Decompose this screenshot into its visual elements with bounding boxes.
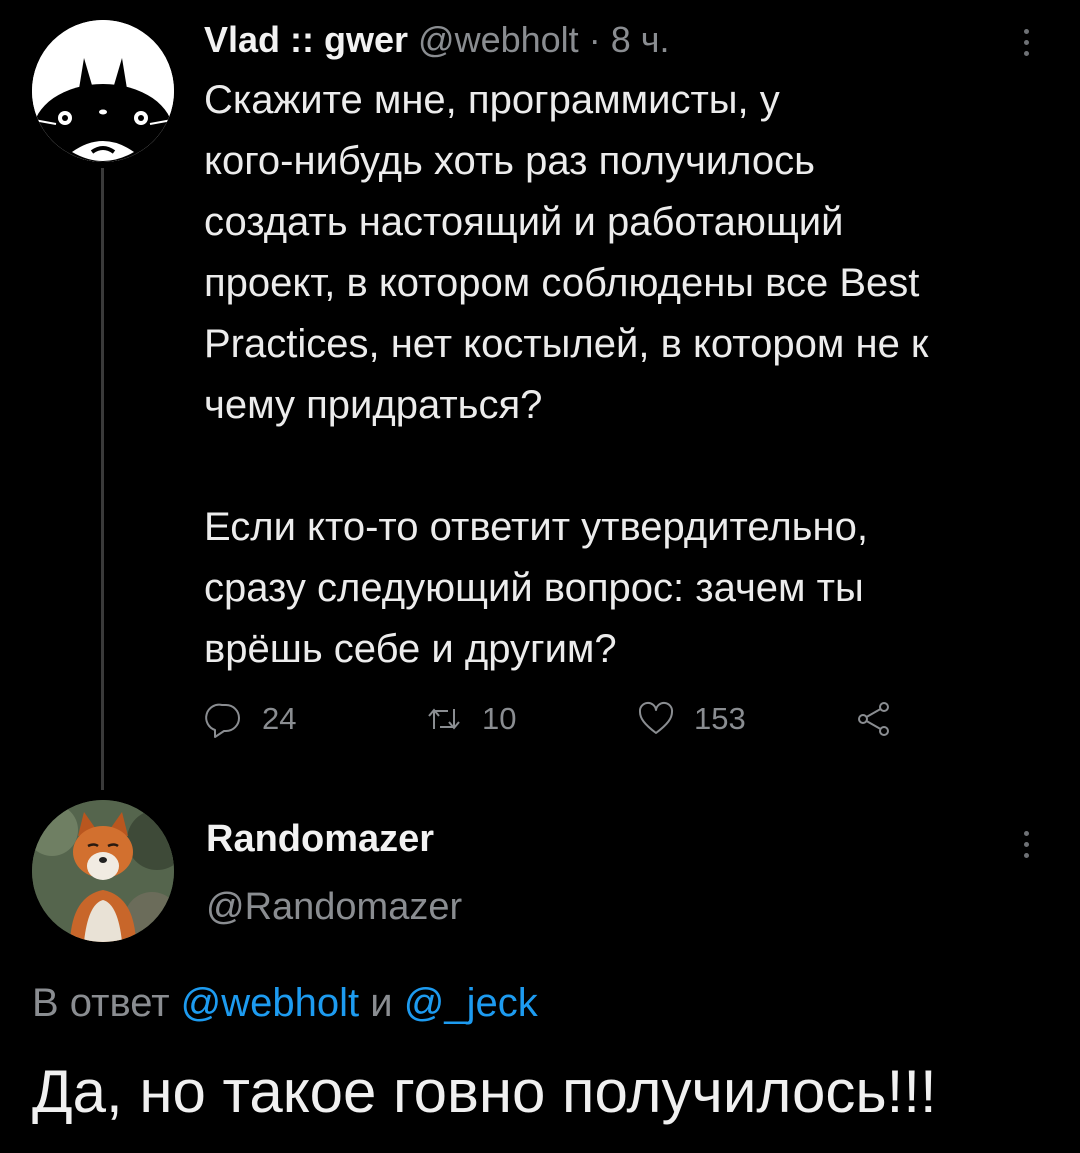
mention-link-webholt[interactable]: @webholt — [181, 981, 359, 1025]
avatar[interactable] — [32, 800, 174, 942]
author-name[interactable]: Vlad :: gwer — [204, 19, 408, 60]
retweet-icon — [428, 708, 460, 730]
share-button[interactable] — [854, 692, 894, 746]
more-vertical-icon[interactable] — [1016, 824, 1036, 864]
share-icon — [858, 702, 889, 736]
reply-text: Да, но такое говно получилось!!! — [32, 1058, 937, 1125]
like-icon — [638, 701, 674, 734]
mention-link-jeck[interactable]: @_jeck — [404, 981, 538, 1025]
more-vertical-icon[interactable] — [1016, 22, 1036, 62]
tweet-actions: 24 10 153 — [204, 692, 964, 746]
tweet-paragraph-1: Скажите мне, программисты, у кого-нибудь… — [204, 78, 929, 427]
fox-avatar-image — [32, 800, 174, 942]
reply-icon — [205, 703, 240, 738]
like-button[interactable]: 153 — [636, 692, 746, 746]
reply-prefix: В ответ — [32, 981, 170, 1025]
reply-author-name[interactable]: Randomazer — [206, 814, 434, 864]
tweet-text: Скажите мне, программисты, у кого-нибудь… — [204, 70, 1064, 680]
tweet-header: Vlad :: gwer @webholt · 8 ч. — [204, 16, 670, 64]
thread-connector-line — [101, 168, 104, 790]
meta-separator: · — [588, 19, 601, 60]
reply-conjunction: и — [370, 981, 393, 1025]
tweet-paragraph-2: Если кто-то ответит утвердительно, сразу… — [204, 505, 868, 671]
reply-button[interactable]: 24 — [204, 692, 296, 746]
avatar[interactable] — [32, 20, 174, 162]
totoro-avatar-image — [32, 20, 174, 162]
like-count: 153 — [694, 701, 746, 736]
replying-to-line: В ответ @webholt и @_jeck — [32, 976, 538, 1030]
reply-count: 24 — [262, 701, 297, 736]
author-handle[interactable]: @webholt — [418, 19, 579, 60]
tweet-time[interactable]: 8 ч. — [611, 19, 670, 60]
tweet-thread: Vlad :: gwer @webholt · 8 ч. Скажите мне… — [0, 0, 1080, 1153]
reply-author-handle[interactable]: @Randomazer — [206, 882, 462, 932]
retweet-count: 10 — [482, 701, 517, 736]
retweet-button[interactable]: 10 — [424, 692, 516, 746]
